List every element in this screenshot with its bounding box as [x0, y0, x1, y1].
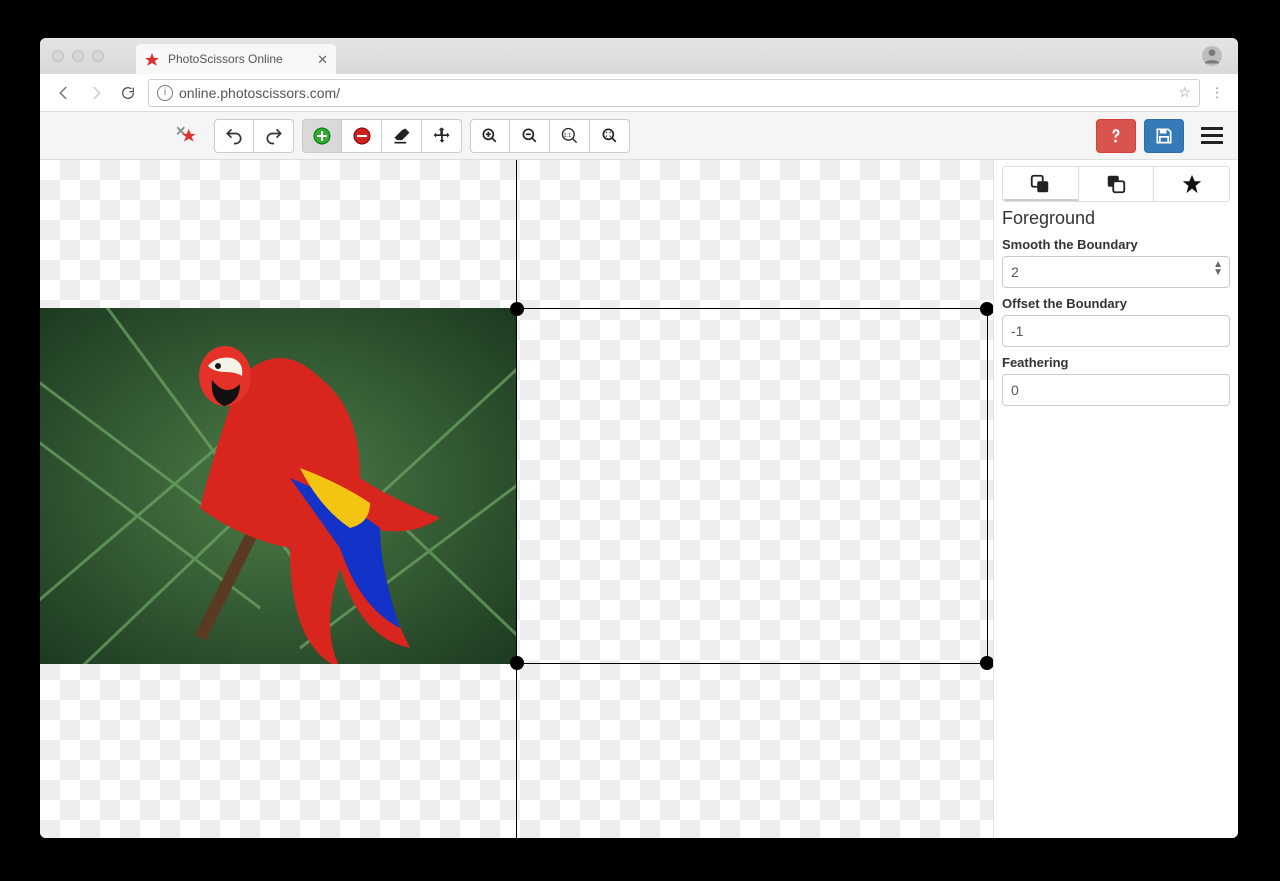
back-button[interactable] [52, 81, 76, 105]
close-tab-icon[interactable]: ✕ [317, 52, 328, 68]
panel-title: Foreground [1002, 208, 1230, 229]
feather-input[interactable]: 0 [1002, 374, 1230, 406]
feather-value: 0 [1011, 382, 1019, 398]
marker-group [302, 119, 462, 153]
smooth-label: Smooth the Boundary [1002, 237, 1230, 252]
site-info-icon[interactable]: i [157, 85, 173, 101]
tab-foreground[interactable] [1003, 167, 1079, 201]
smooth-value: 2 [1011, 264, 1019, 280]
crop-rectangle[interactable] [516, 308, 988, 664]
redo-button[interactable] [254, 119, 294, 153]
tab-effects[interactable] [1154, 167, 1229, 201]
browser-window: PhotoScissors Online ✕ i online.photosci… [40, 38, 1238, 838]
side-panel: Foreground Smooth the Boundary 2 ▲▼ Offs… [993, 160, 1238, 838]
crop-handle-top-left[interactable] [510, 302, 524, 316]
offset-input[interactable]: -1 [1002, 315, 1230, 347]
select-caret-icon: ▲▼ [1213, 261, 1223, 277]
zoom-group: 1:1 [470, 119, 630, 153]
minimize-window[interactable] [72, 50, 84, 62]
panel-tabs [1002, 166, 1230, 202]
tab-strip: PhotoScissors Online ✕ [40, 38, 1238, 74]
url-text: online.photoscissors.com/ [179, 85, 340, 101]
app-toolbar: 1:1 [40, 112, 1238, 160]
content-area: Foreground Smooth the Boundary 2 ▲▼ Offs… [40, 160, 1238, 838]
save-button[interactable] [1144, 119, 1184, 153]
background-marker-button[interactable] [342, 119, 382, 153]
crop-handle-bottom-right[interactable] [980, 656, 993, 670]
background-tab-icon [1105, 173, 1127, 195]
browser-menu-icon[interactable]: ⋮ [1208, 85, 1226, 101]
profile-avatar[interactable] [1202, 46, 1222, 66]
bookmark-icon[interactable]: ☆ [1178, 84, 1191, 101]
tab-title: PhotoScissors Online [168, 52, 283, 66]
reload-button[interactable] [116, 81, 140, 105]
smooth-select[interactable]: 2 ▲▼ [1002, 256, 1230, 288]
zoom-fit-button[interactable] [590, 119, 630, 153]
crop-handle-bottom-left[interactable] [510, 656, 524, 670]
source-image[interactable] [40, 308, 516, 664]
foreground-tab-icon [1029, 173, 1051, 195]
hamburger-icon [1201, 127, 1223, 144]
undo-redo-group [214, 119, 294, 153]
window-controls [52, 50, 104, 62]
zoom-actual-button[interactable]: 1:1 [550, 119, 590, 153]
zoom-in-button[interactable] [470, 119, 510, 153]
canvas-area[interactable] [40, 160, 993, 838]
undo-button[interactable] [214, 119, 254, 153]
eraser-button[interactable] [382, 119, 422, 153]
feather-label: Feathering [1002, 355, 1230, 370]
tab-background[interactable] [1079, 167, 1155, 201]
menu-button[interactable] [1192, 119, 1232, 153]
offset-label: Offset the Boundary [1002, 296, 1230, 311]
maximize-window[interactable] [92, 50, 104, 62]
help-button[interactable] [1096, 119, 1136, 153]
svg-text:1:1: 1:1 [563, 132, 571, 138]
app-logo [166, 122, 206, 150]
browser-tab[interactable]: PhotoScissors Online ✕ [136, 44, 336, 74]
tab-favicon [144, 51, 160, 67]
move-button[interactable] [422, 119, 462, 153]
star-icon [1181, 173, 1203, 195]
url-bar: i online.photoscissors.com/ ☆ ⋮ [40, 74, 1238, 112]
close-window[interactable] [52, 50, 64, 62]
zoom-out-button[interactable] [510, 119, 550, 153]
offset-value: -1 [1011, 323, 1023, 339]
forward-button[interactable] [84, 81, 108, 105]
address-bar[interactable]: i online.photoscissors.com/ ☆ [148, 79, 1200, 107]
crop-handle-top-right[interactable] [980, 302, 993, 316]
foreground-marker-button[interactable] [302, 119, 342, 153]
